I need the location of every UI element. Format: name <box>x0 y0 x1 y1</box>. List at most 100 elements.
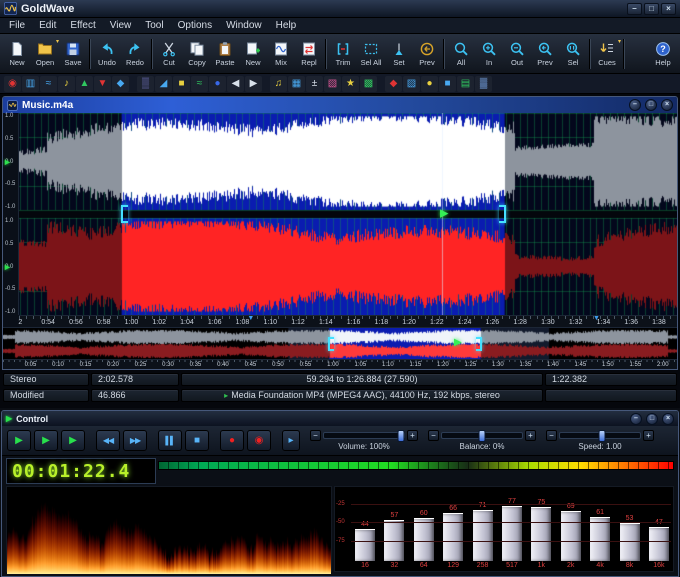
overview-selection-start-handle[interactable] <box>328 337 334 351</box>
music-close-button[interactable]: × <box>661 99 673 111</box>
play-selection-button[interactable]: ▶ <box>34 430 58 451</box>
balance-decrease-button[interactable]: − <box>428 430 439 441</box>
toolbar-undo-button[interactable]: Undo <box>93 35 121 72</box>
toolbar-zoom-all-button[interactable]: All <box>447 35 475 72</box>
effect-icon-9[interactable]: ◢ <box>155 76 172 92</box>
toolbar-new-button[interactable]: New <box>3 35 31 72</box>
play-button[interactable]: ▶ <box>7 430 31 451</box>
effect-icon-20[interactable]: ▩ <box>360 76 377 92</box>
effect-icon-23[interactable]: ● <box>421 76 438 92</box>
toolbar-copy-button[interactable]: Copy <box>183 35 211 72</box>
effect-icon-18[interactable]: ▧ <box>324 76 341 92</box>
menu-item-options[interactable]: Options <box>171 20 219 31</box>
volume-increase-button[interactable]: + <box>407 430 418 441</box>
balance-slider[interactable] <box>441 432 523 439</box>
effect-icon-11[interactable]: ≈ <box>191 76 208 92</box>
time-axis[interactable]: 20:540:560:581:001:021:041:061:081:101:1… <box>19 315 677 327</box>
toolbar-zoom-in-button[interactable]: In <box>475 35 503 72</box>
control-maximize-button[interactable]: □ <box>646 413 658 425</box>
channel-marker-icon[interactable]: ► <box>3 262 12 272</box>
toolbar-replace-button[interactable]: Repl <box>295 35 323 72</box>
effect-icon-22[interactable]: ▨ <box>403 76 420 92</box>
effect-icon-1[interactable]: ◉ <box>4 76 21 92</box>
cue-marker-icon[interactable]: ▼ <box>593 315 600 322</box>
overview-strip[interactable]: ▶ <box>3 327 677 359</box>
balance-increase-button[interactable]: + <box>525 430 536 441</box>
effect-icon-24[interactable]: ■ <box>439 76 456 92</box>
effect-icon-12[interactable]: ● <box>209 76 226 92</box>
control-close-button[interactable]: × <box>662 413 674 425</box>
menu-item-tool[interactable]: Tool <box>138 20 170 31</box>
toolbar-paste-button[interactable]: Paste <box>211 35 239 72</box>
toolbar-trim-button[interactable]: Trim <box>329 35 357 72</box>
effect-icon-3[interactable]: ≈ <box>40 76 57 92</box>
minimize-button[interactable]: – <box>627 3 642 15</box>
effect-icon-8[interactable]: ▒ <box>137 76 154 92</box>
effect-icon-21[interactable]: ◆ <box>385 76 402 92</box>
menu-item-view[interactable]: View <box>103 20 139 31</box>
toolbar-cues-button[interactable]: ▾Cues <box>593 35 621 72</box>
waveform-canvas[interactable] <box>19 113 677 315</box>
effect-icon-14[interactable]: ▶ <box>245 76 262 92</box>
menu-item-window[interactable]: Window <box>219 20 269 31</box>
effect-icon-25[interactable]: ▤ <box>457 76 474 92</box>
toolbar-zoom-sel-button[interactable]: Sel <box>559 35 587 72</box>
monitor-button[interactable]: ▸ <box>282 430 300 451</box>
effect-icon-16[interactable]: ▦ <box>288 76 305 92</box>
toolbar-mix-button[interactable]: Mix <box>267 35 295 72</box>
toolbar-save-button[interactable]: Save <box>59 35 87 72</box>
toolbar-zoom-out-button[interactable]: Out <box>503 35 531 72</box>
selection-end-handle[interactable] <box>499 205 506 223</box>
overview-selection-end-handle[interactable] <box>476 337 482 351</box>
record-selection-button[interactable]: ◉ <box>247 430 271 451</box>
effect-icon-19[interactable]: ★ <box>342 76 359 92</box>
fast-forward-button[interactable]: ▶▶ <box>123 430 147 451</box>
balance-slider-thumb[interactable] <box>479 430 486 442</box>
effect-icon-13[interactable]: ◀ <box>227 76 244 92</box>
effect-icon-7[interactable]: ◆ <box>112 76 129 92</box>
menu-item-edit[interactable]: Edit <box>32 20 63 31</box>
effect-icon-17[interactable]: ± <box>306 76 323 92</box>
toolbar-cut-button[interactable]: Cut <box>155 35 183 72</box>
effect-icon-2[interactable]: ▥ <box>22 76 39 92</box>
music-maximize-button[interactable]: □ <box>645 99 657 111</box>
volume-slider-thumb[interactable] <box>397 430 404 442</box>
speed-decrease-button[interactable]: − <box>546 430 557 441</box>
volume-decrease-button[interactable]: − <box>310 430 321 441</box>
speed-slider[interactable] <box>559 432 641 439</box>
toolbar-zoom-prev-button[interactable]: Prev <box>531 35 559 72</box>
speed-slider-thumb[interactable] <box>599 430 606 442</box>
effect-icon-5[interactable]: ▲ <box>76 76 93 92</box>
effect-icon-4[interactable]: ♪ <box>58 76 75 92</box>
overview-canvas[interactable] <box>3 328 677 360</box>
stop-button[interactable]: ■ <box>185 430 209 451</box>
record-button[interactable]: ● <box>220 430 244 451</box>
volume-slider[interactable] <box>323 432 405 439</box>
toolbar-help-button[interactable]: ?Help <box>649 35 677 72</box>
music-window-title-bar[interactable]: Music.m4a – □ × <box>3 97 677 113</box>
menu-item-file[interactable]: File <box>2 20 32 31</box>
rewind-button[interactable]: ◀◀ <box>96 430 120 451</box>
toolbar-preset-prev-button[interactable]: Prev <box>413 35 441 72</box>
effect-icon-10[interactable]: ■ <box>173 76 190 92</box>
waveform-view[interactable]: ▶ <box>19 113 677 315</box>
toolbar-set-button[interactable]: Set <box>385 35 413 72</box>
music-minimize-button[interactable]: – <box>629 99 641 111</box>
control-title-bar[interactable]: ▶ Control – □ × <box>2 411 678 426</box>
control-minimize-button[interactable]: – <box>630 413 642 425</box>
toolbar-paste-new-button[interactable]: New <box>239 35 267 72</box>
play-all-button[interactable]: ▶ <box>61 430 85 451</box>
selection-start-handle[interactable] <box>121 205 128 223</box>
toolbar-redo-button[interactable]: Redo <box>121 35 149 72</box>
effect-icon-6[interactable]: ▼ <box>94 76 111 92</box>
effect-icon-15[interactable]: ♫ <box>270 76 287 92</box>
cue-marker-icon[interactable]: ▼ <box>247 315 254 322</box>
toolbar-select-all-button[interactable]: Sel All <box>357 35 385 72</box>
maximize-button[interactable]: □ <box>644 3 659 15</box>
speed-increase-button[interactable]: + <box>643 430 654 441</box>
effect-icon-26[interactable]: ▓ <box>475 76 492 92</box>
pause-button[interactable]: ▌▌ <box>158 430 182 451</box>
channel-marker-icon[interactable]: ► <box>3 157 12 167</box>
menu-item-help[interactable]: Help <box>269 20 304 31</box>
menu-item-effect[interactable]: Effect <box>63 20 102 31</box>
